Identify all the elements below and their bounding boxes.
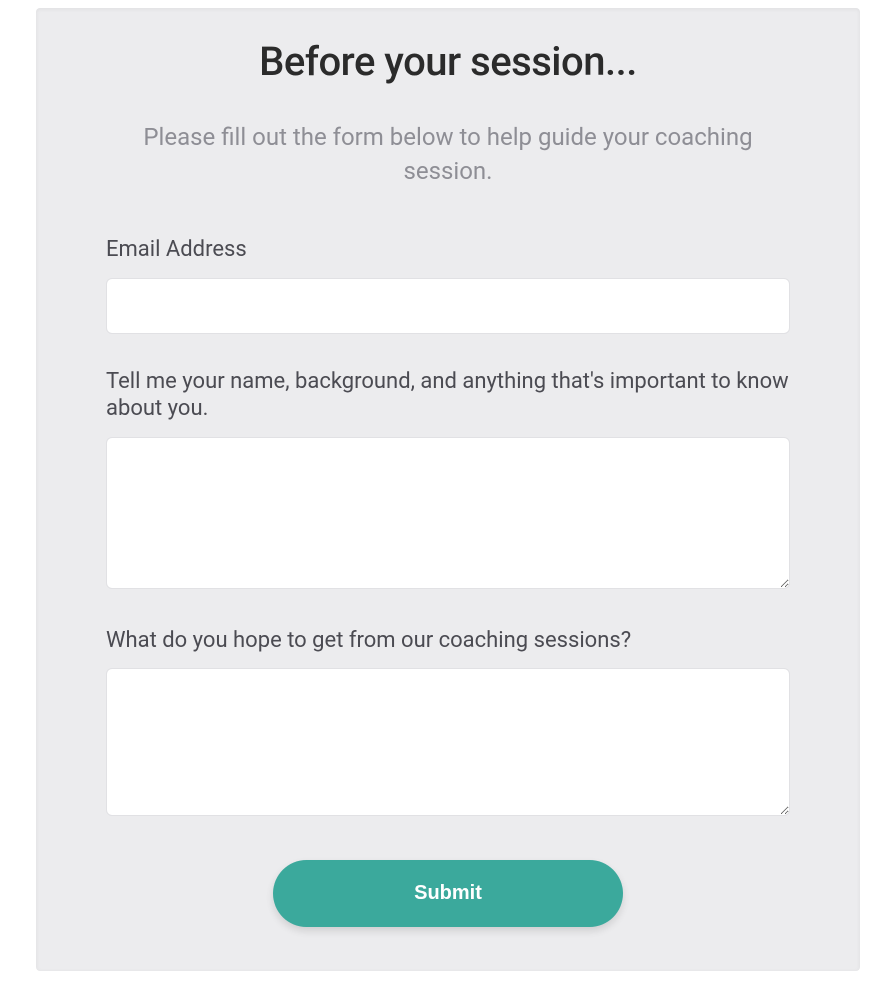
submit-button[interactable]: Submit: [273, 860, 623, 927]
field-group-background: Tell me your name, background, and anyth…: [106, 368, 790, 593]
page-outer: Before your session... Please fill out t…: [0, 0, 896, 991]
background-field[interactable]: [106, 437, 790, 589]
form-inner: Before your session... Please fill out t…: [106, 38, 790, 927]
field-group-goals: What do you hope to get from our coachin…: [106, 627, 790, 821]
form-title: Before your session...: [106, 38, 790, 85]
email-label: Email Address: [106, 236, 790, 264]
form-subtitle: Please fill out the form below to help g…: [128, 121, 768, 188]
goals-label: What do you hope to get from our coachin…: [106, 627, 790, 655]
form-panel: Before your session... Please fill out t…: [36, 8, 860, 971]
background-label: Tell me your name, background, and anyth…: [106, 368, 790, 423]
email-field[interactable]: [106, 278, 790, 334]
submit-wrap: Submit: [106, 860, 790, 927]
goals-field[interactable]: [106, 668, 790, 816]
field-group-email: Email Address: [106, 236, 790, 334]
